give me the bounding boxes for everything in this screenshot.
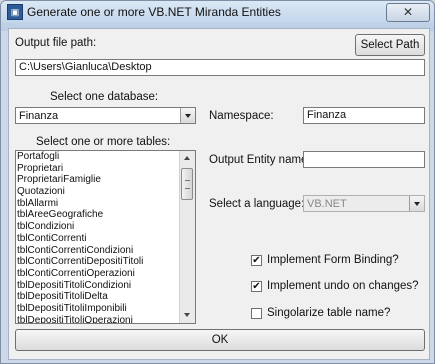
form-binding-label: Implement Form Binding? [267, 254, 399, 266]
scroll-thumb[interactable] [181, 168, 193, 200]
singolarize-label: Singolarize table name? [267, 307, 391, 319]
list-item[interactable]: tblAllarmi [16, 198, 195, 210]
list-item[interactable]: Quotazioni [16, 186, 195, 198]
list-item[interactable]: Proprietari [16, 163, 195, 175]
title-bar[interactable]: ▣ Generate one or more VB.NET Miranda En… [1, 1, 434, 23]
entity-name-field[interactable] [303, 151, 425, 168]
list-item[interactable]: tblContiCorrentiCondizioni [16, 245, 195, 257]
select-database-label: Select one database: [50, 91, 159, 103]
list-item[interactable]: tblContiCorrentiDepositiTitoli [16, 256, 195, 268]
language-select[interactable]: VB.NET [303, 195, 425, 212]
form-binding-checkbox[interactable]: ✔ [251, 255, 262, 266]
close-button[interactable]: ✕ [386, 3, 430, 22]
tables-scrollbar[interactable] [179, 151, 195, 323]
list-item[interactable]: tblCondizioni [16, 221, 195, 233]
output-path-field[interactable]: C:\Users\Gianluca\Desktop [15, 59, 425, 76]
app-icon: ▣ [7, 4, 23, 20]
ok-button[interactable]: OK [15, 329, 425, 351]
list-item[interactable]: tblContiCorrenti [16, 233, 195, 245]
list-item[interactable]: tblContiCorrentiOperazioni [16, 268, 195, 280]
undo-changes-checkbox[interactable]: ✔ [251, 281, 262, 292]
dialog-body: Output file path: Select Path C:\Users\G… [8, 28, 430, 360]
chevron-down-icon[interactable] [180, 108, 195, 123]
tables-listbox[interactable]: Portafogli Proprietari ProprietariFamiglie… [15, 150, 196, 324]
list-item[interactable]: Portafogli [16, 151, 195, 163]
undo-changes-label: Implement undo on changes? [267, 280, 419, 292]
output-path-label: Output file path: [15, 37, 97, 49]
namespace-label: Namespace: [209, 110, 274, 122]
database-select[interactable]: Finanza [15, 107, 196, 124]
namespace-field[interactable]: Finanza [303, 107, 425, 124]
database-selected-value: Finanza [19, 110, 59, 122]
table-list: Portafogli Proprietari ProprietariFamiglie… [16, 151, 195, 323]
scroll-up-icon[interactable] [180, 151, 195, 166]
window-title: Generate one or more VB.NET Miranda Enti… [27, 5, 281, 19]
dialog-window: ▣ Generate one or more VB.NET Miranda En… [0, 0, 435, 364]
list-item[interactable]: tblDepositiTitoliDelta [16, 291, 195, 303]
select-tables-label: Select one or more tables: [36, 136, 171, 148]
language-label: Select a language: [209, 198, 305, 210]
language-selected-value: VB.NET [307, 198, 347, 210]
entity-name-label: Output Entity name: [209, 154, 311, 166]
list-item[interactable]: tblDepositiTitoliImponibili [16, 303, 195, 315]
list-item[interactable]: ProprietariFamiglie [16, 174, 195, 186]
list-item[interactable]: tblAreeGeografiche [16, 209, 195, 221]
chevron-down-icon[interactable] [409, 196, 424, 211]
singolarize-checkbox[interactable] [251, 308, 262, 319]
list-item[interactable]: tblDepositiTitoliOperazioni [16, 315, 195, 323]
scroll-down-icon[interactable] [180, 308, 195, 323]
list-item[interactable]: tblDepositiTitoliCondizioni [16, 280, 195, 292]
select-path-button[interactable]: Select Path [355, 34, 425, 56]
